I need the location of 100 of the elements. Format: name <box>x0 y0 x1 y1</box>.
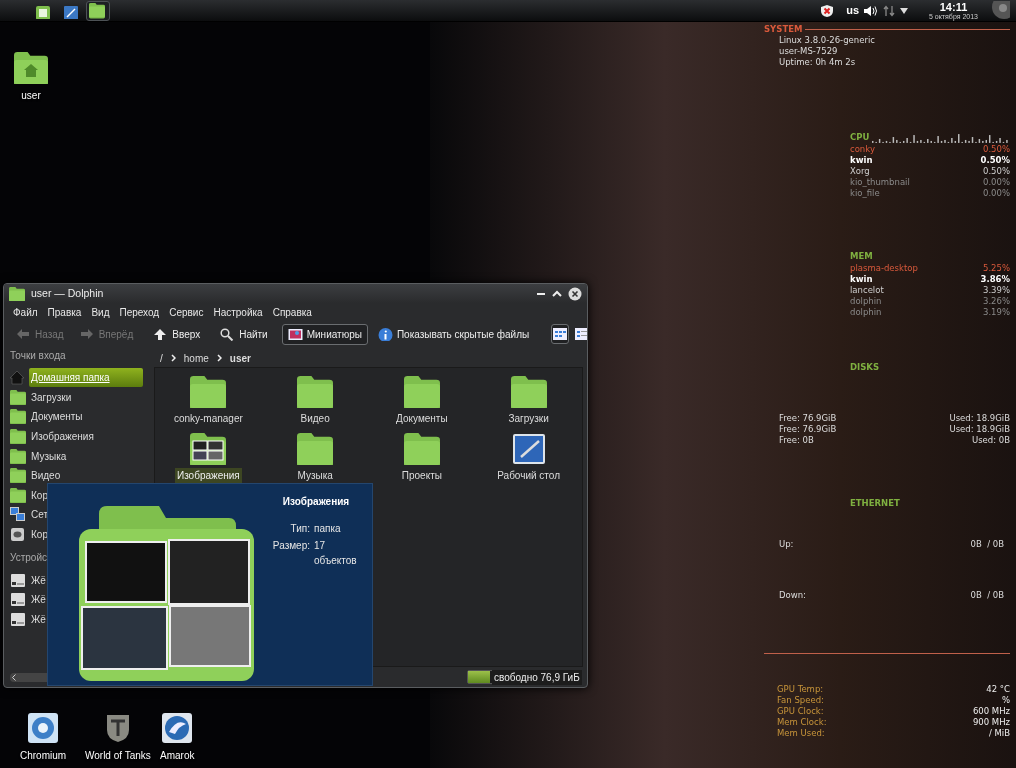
breadcrumb-item[interactable]: / <box>160 350 163 366</box>
view-mode-button[interactable] <box>551 324 570 344</box>
disk-free-text: Free: 76.9GiB <box>779 413 837 424</box>
toolbar-button[interactable]: Вверх <box>147 323 207 345</box>
sidebar-item[interactable]: Изображения <box>10 426 96 447</box>
process-usage: 3.19% <box>983 307 1010 318</box>
toolbar-button[interactable]: Найти <box>214 323 274 345</box>
toolbar-button[interactable]: Показывать скрытые файлы <box>371 323 536 345</box>
sidebar-item[interactable]: Документы <box>10 407 85 427</box>
menu-item[interactable]: Переход <box>118 304 161 320</box>
icon-grid-icon <box>552 327 569 341</box>
network-value: 0B / 0B <box>970 539 1005 550</box>
gpu-label: GPU Clock: <box>777 706 824 717</box>
sidebar-item[interactable]: Сет <box>10 505 51 525</box>
file-item[interactable]: conky-manager <box>155 376 262 433</box>
file-item[interactable]: Документы <box>368 376 476 433</box>
maximize-icon[interactable] <box>552 288 562 299</box>
tooltip-field-value: 17 объектов <box>314 539 358 568</box>
disk-used-text: Used: 18.9GiB <box>949 424 1010 435</box>
gpu-label: Mem Clock: <box>777 717 827 728</box>
free-space-text: свободно 76,9 ГиБ <box>492 669 582 685</box>
picture-icon <box>287 327 303 341</box>
drive-icon <box>10 592 26 608</box>
menu-item[interactable]: Настройка <box>212 304 264 320</box>
sidebar-item[interactable]: Жё <box>10 589 48 610</box>
file-item[interactable]: Изображения <box>155 433 262 490</box>
folder-icon <box>10 409 26 425</box>
back-arrow-icon <box>16 327 31 341</box>
chevron-right-icon <box>216 354 222 362</box>
tooltip-field-value: папка <box>314 522 342 536</box>
folder-icon <box>510 376 547 408</box>
detail-list-icon <box>574 327 587 341</box>
section-title: ETHERNET <box>850 498 900 509</box>
tooltip-title: Изображения <box>281 495 351 509</box>
menu-item[interactable]: Сервис <box>168 304 205 320</box>
process-name: kwin <box>850 155 873 166</box>
network-icon[interactable] <box>883 4 895 17</box>
desktop-icon-label[interactable]: user <box>21 88 41 103</box>
disk-used-text: Used: 18.9GiB <box>949 413 1010 424</box>
file-item[interactable]: Проекты <box>368 433 476 490</box>
home-folder-icon[interactable] <box>14 52 48 84</box>
search-icon <box>220 327 236 341</box>
process-usage: 0.00% <box>983 188 1010 199</box>
shield-icon[interactable] <box>820 3 835 18</box>
menu-item[interactable]: Правка <box>46 304 83 320</box>
section-title: SYSTEM <box>764 24 803 35</box>
clock-time: 14:11 <box>938 1 969 13</box>
file-item[interactable]: Видео <box>261 376 369 433</box>
gpu-label: Fan Speed: <box>777 695 824 706</box>
desktop-icon-label[interactable]: Chromium <box>20 748 67 763</box>
sidebar-item[interactable]: Кор <box>10 485 50 506</box>
sidebar-item[interactable]: Загрузки <box>10 387 74 408</box>
menu-item[interactable]: Справка <box>271 304 313 320</box>
sidebar-item[interactable]: Жё <box>10 609 48 630</box>
tooltip-field-label: Тип: <box>289 522 310 536</box>
desktop-icon-label[interactable]: Amarok <box>160 748 195 763</box>
menu-item[interactable]: Вид <box>90 304 111 320</box>
process-name: kio_file <box>850 188 880 199</box>
home-icon <box>10 370 26 386</box>
folder-icon <box>403 376 440 408</box>
volume-icon[interactable] <box>863 4 879 17</box>
sidebar-item[interactable]: Жё <box>10 570 48 590</box>
process-name: kwin <box>850 274 873 285</box>
system-info-text: user-MS-7529 <box>779 46 839 57</box>
gpu-value: / MiB <box>988 728 1010 739</box>
keyboard-layout[interactable]: us <box>846 2 859 19</box>
up-arrow-icon <box>153 327 169 341</box>
info-icon <box>377 327 393 341</box>
process-usage: 0.50% <box>983 166 1010 177</box>
taskbar-button[interactable] <box>86 0 110 21</box>
process-usage: 3.86% <box>980 274 1010 285</box>
process-name: Xorg <box>850 166 870 177</box>
folder-icon <box>403 433 440 465</box>
file-item[interactable]: Музыка <box>261 433 369 490</box>
section-title: CPU <box>850 132 870 143</box>
section-title: MEM <box>850 251 873 262</box>
breadcrumb-item[interactable]: home <box>183 350 209 366</box>
disk-free-text: Free: 0B <box>779 435 814 446</box>
file-item[interactable]: Рабочий стол <box>475 433 582 490</box>
gpu-label: GPU Temp: <box>777 684 824 695</box>
gpu-label: Mem Used: <box>777 728 825 739</box>
sidebar-item[interactable]: Видео <box>10 465 63 486</box>
disk-used-text: Used: 0B <box>971 435 1010 446</box>
breadcrumb-item[interactable]: user <box>229 350 251 366</box>
close-icon[interactable] <box>568 286 582 301</box>
menu-item[interactable]: Файл <box>12 304 39 320</box>
sidebar-item[interactable]: Музыка <box>10 446 69 466</box>
process-usage: 3.39% <box>983 285 1010 296</box>
window-title: user — Dolphin <box>31 285 105 301</box>
sidebar-item[interactable]: Кор <box>10 524 50 545</box>
browser-icon[interactable] <box>27 712 60 744</box>
system-info-text: Uptime: 0h 4m 2s <box>779 57 857 68</box>
dropdown-icon[interactable] <box>899 6 909 15</box>
process-usage: 0.00% <box>983 177 1010 188</box>
folder-icon <box>10 468 26 484</box>
desktop-icon-label[interactable]: World of Tanks <box>85 748 151 763</box>
file-item[interactable]: Загрузки <box>475 376 582 433</box>
toolbar-button[interactable]: Миниатюры <box>281 323 368 345</box>
folder-icon <box>190 376 227 408</box>
process-name: conky <box>850 144 875 155</box>
